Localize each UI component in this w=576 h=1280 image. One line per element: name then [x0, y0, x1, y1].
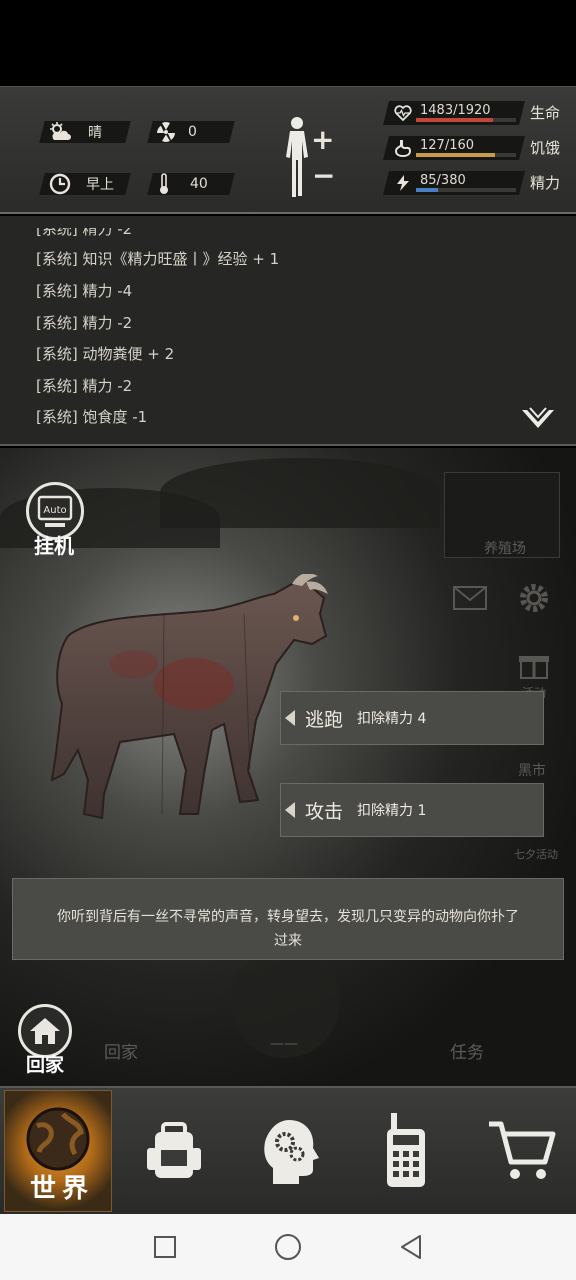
bg-task-label: 任务: [450, 1043, 484, 1063]
health-fill: [416, 118, 494, 122]
globe-icon: [26, 1107, 90, 1171]
heart-icon: [394, 105, 412, 122]
health-bar: 1483/1920 生命: [383, 101, 566, 125]
attack-button[interactable]: 攻击 扣除精力 1: [280, 783, 544, 837]
temperature-value: 40: [190, 176, 208, 192]
energy-bolt-icon: [397, 175, 409, 191]
health-track: [416, 118, 516, 122]
event-message-box: 你听到背后有一丝不寻常的声音，转身望去，发现几只变异的动物向你扑了过来: [12, 878, 564, 960]
flee-cost: 扣除精力 4: [357, 711, 427, 727]
hunger-fill: [416, 153, 496, 157]
time-stat: 早上: [48, 173, 114, 195]
collapse-body-minus-button[interactable]: −: [312, 162, 335, 190]
auto-icon-text: Auto: [43, 505, 66, 516]
status-strip: [0, 0, 576, 86]
back-triangle-icon[interactable]: [396, 1232, 426, 1262]
weather-stat: 晴: [48, 121, 102, 143]
health-value: 1483/1920: [420, 103, 491, 118]
temperature-stat: 40: [152, 173, 208, 195]
bg-event-label: 七夕活动: [514, 848, 558, 861]
expand-body-plus-button[interactable]: +: [311, 126, 334, 154]
event-message-text: 你听到背后有一丝不寻常的声音，转身望去，发现几只变异的动物向你扑了过来: [57, 909, 519, 949]
clock-icon: [48, 172, 72, 196]
log-line: [系统] 知识《精力旺盛丨》经验 + 1: [36, 250, 280, 268]
gift-icon[interactable]: [518, 650, 550, 680]
log-line: [系统] 精力 -2: [36, 220, 133, 238]
bg-farm-label: 养殖场: [484, 541, 526, 557]
hunger-label: 饥饿: [530, 139, 561, 157]
mail-icon[interactable]: [452, 584, 488, 612]
auto-idle-label: 挂机: [34, 534, 74, 558]
stomach-icon: [394, 140, 412, 157]
go-home-label: 回家: [26, 1054, 65, 1076]
bg-black-market-label: 黑市: [518, 763, 546, 779]
radiation-icon: [154, 120, 178, 144]
energy-track: [416, 188, 516, 192]
tab-skills[interactable]: [236, 1090, 344, 1212]
log-line: [系统] 精力 -4: [36, 282, 133, 300]
message-log[interactable]: [系统] 精力 -2 [系统] 知识《精力旺盛丨》经验 + 1 [系统] 精力 …: [0, 216, 576, 446]
walkie-talkie-icon: [387, 1113, 425, 1187]
bg-center-label: ——: [270, 1036, 298, 1052]
radiation-stat: 0: [154, 121, 197, 143]
log-line: [系统] 动物粪便 + 2: [36, 345, 175, 363]
attack-label: 攻击: [305, 800, 344, 823]
house-icon: [30, 1018, 60, 1044]
tab-world-label: 世界: [30, 1174, 95, 1204]
tab-shop[interactable]: [468, 1090, 576, 1212]
energy-fill: [416, 188, 439, 192]
body-figure-icon[interactable]: [282, 116, 312, 198]
energy-bar: 85/380 精力: [383, 171, 566, 195]
tab-backpack[interactable]: [120, 1090, 228, 1212]
hunger-track: [416, 153, 516, 157]
encounter-scene: 养殖场 活动 黑市 七夕活动 回家 任务: [0, 448, 576, 1088]
radiation-value: 0: [188, 124, 197, 140]
attack-cost: 扣除精力 1: [357, 803, 427, 819]
health-label: 生命: [530, 104, 561, 122]
shopping-cart-icon: [489, 1121, 556, 1179]
home-circle-icon[interactable]: [273, 1232, 303, 1262]
hunger-bar: 127/160 饥饿: [383, 136, 566, 160]
settings-gear-icon[interactable]: [516, 580, 552, 616]
recent-apps-square-icon[interactable]: [150, 1232, 180, 1262]
energy-label: 精力: [530, 174, 561, 192]
tab-radio[interactable]: [352, 1090, 460, 1212]
log-line: [系统] 饱食度 -1: [36, 408, 148, 426]
scroll-down-chevron-icon[interactable]: [520, 406, 556, 432]
log-line: [系统] 精力 -2: [36, 314, 133, 332]
flee-label: 逃跑: [305, 708, 344, 731]
thermometer-icon: [152, 172, 176, 196]
time-value: 早上: [86, 177, 114, 193]
weather-value: 晴: [88, 125, 102, 141]
log-line: [系统] 精力 -2: [36, 377, 133, 395]
hunger-value: 127/160: [420, 138, 475, 153]
head-gears-icon: [264, 1120, 319, 1184]
left-arrow-icon: [285, 802, 295, 818]
flee-button[interactable]: 逃跑 扣除精力 4: [280, 691, 544, 745]
left-arrow-icon: [285, 710, 295, 726]
sun-cloud-icon: [48, 120, 72, 144]
backpack-icon: [147, 1122, 201, 1178]
energy-value: 85/380: [420, 173, 466, 188]
bg-home-label: 回家: [104, 1043, 138, 1063]
